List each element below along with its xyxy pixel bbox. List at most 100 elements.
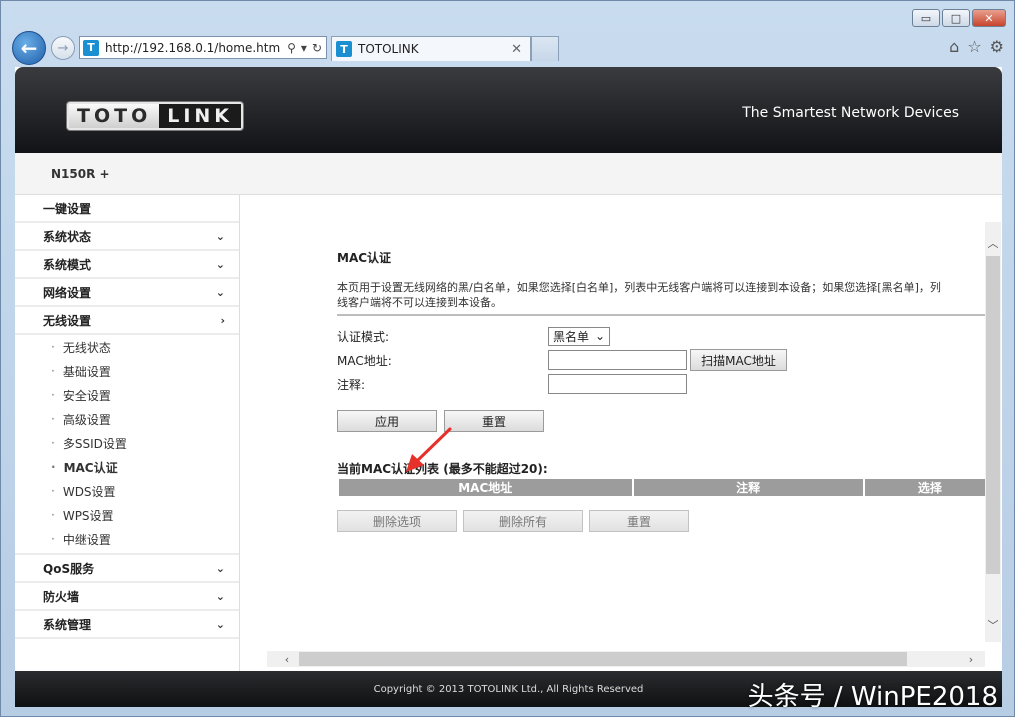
- address-bar[interactable]: T http://192.168.0.1/home.htm ⚲ ▾ ↻: [79, 36, 327, 59]
- submenu-mac-auth[interactable]: · MAC认证: [15, 455, 239, 479]
- horizontal-scrollbar[interactable]: ‹ ›: [267, 651, 985, 667]
- copyright-text: Copyright © 2013 TOTOLINK Ltd., All Righ…: [373, 683, 644, 695]
- divider: [337, 314, 997, 316]
- vertical-scrollbar[interactable]: ︿ ﹀: [985, 222, 1001, 642]
- sidebar-item-qos[interactable]: QoS服务 ⌄: [15, 555, 239, 583]
- new-tab-button[interactable]: [531, 36, 559, 61]
- delete-all-button[interactable]: 删除所有: [463, 510, 583, 532]
- sidebar-item-system-mode[interactable]: 系统模式 ⌄: [15, 251, 239, 279]
- wireless-submenu: · 无线状态 · 基础设置 · 安全设置 · 高级设置 · 多SSID设置 · MAC认证 …: [15, 335, 239, 555]
- sidebar-item-wireless-settings[interactable]: 无线设置 ›: [15, 307, 239, 335]
- back-arrow-icon: ←: [20, 36, 38, 60]
- page-description-line1: 本页用于设置无线网络的黑/白名单，如果您选择[白名单]，列表中无线客户端将可以连…: [337, 281, 941, 294]
- watermark: 头条号 / WinPE2018: [747, 682, 998, 712]
- delete-selected-button[interactable]: 删除选项: [337, 510, 457, 532]
- submenu-label: 无线状态: [62, 340, 111, 355]
- sidebar-item-label: 无线设置: [43, 313, 92, 328]
- scroll-up-icon[interactable]: ︿: [985, 234, 1001, 252]
- tagline: The Smartest Network Devices: [742, 105, 959, 121]
- logo-text-right: LINK: [159, 104, 242, 128]
- tab-close-icon[interactable]: ✕: [511, 42, 522, 57]
- page-title: MAC认证: [337, 251, 392, 265]
- bullet-icon: ·: [51, 484, 55, 498]
- submenu-label: 安全设置: [62, 388, 111, 403]
- chevron-down-icon: ⌄: [215, 589, 225, 603]
- settings-gear-icon[interactable]: ⚙: [990, 37, 1004, 56]
- submenu-label: 高级设置: [62, 412, 111, 427]
- auth-mode-label: 认证模式:: [337, 329, 390, 344]
- window-controls: ▭ □ ✕: [912, 9, 1006, 27]
- submenu-label: 多SSID设置: [62, 436, 127, 451]
- model-bar: N150R +: [15, 153, 1002, 195]
- sidebar-item-label: QoS服务: [43, 561, 95, 576]
- sidebar: 一键设置 系统状态 ⌄ 系统模式 ⌄ 网络设置 ⌄ 无线设置 › · 无线状态 ·…: [15, 195, 240, 671]
- vertical-scroll-thumb[interactable]: [986, 256, 1000, 574]
- reset-button[interactable]: 重置: [444, 410, 544, 432]
- bullet-icon: ·: [51, 532, 55, 546]
- bullet-icon: ·: [51, 436, 55, 450]
- sidebar-item-system-management[interactable]: 系统管理 ⌄: [15, 611, 239, 639]
- horizontal-scroll-thumb[interactable]: [299, 652, 907, 666]
- maximize-button[interactable]: □: [942, 9, 970, 27]
- chevron-down-icon: ⌄: [215, 617, 225, 631]
- chevron-down-icon: ⌄: [215, 229, 225, 243]
- mac-address-input[interactable]: [548, 350, 687, 370]
- scan-mac-button[interactable]: 扫描MAC地址: [690, 349, 787, 371]
- bullet-icon: ·: [51, 364, 55, 378]
- mac-list-header: MAC地址 注释 选择: [339, 479, 997, 496]
- list-reset-button[interactable]: 重置: [589, 510, 689, 532]
- chevron-down-icon: ⌄: [594, 329, 605, 343]
- sidebar-item-label: 一键设置: [43, 201, 92, 216]
- mac-address-label: MAC地址:: [337, 353, 392, 368]
- sidebar-item-network-settings[interactable]: 网络设置 ⌄: [15, 279, 239, 307]
- submenu-wps[interactable]: · WPS设置: [15, 503, 239, 527]
- bullet-icon: ·: [51, 508, 55, 522]
- sidebar-item-label: 网络设置: [43, 285, 92, 300]
- bullet-icon: ·: [51, 388, 55, 402]
- submenu-label: MAC认证: [63, 460, 118, 475]
- page-viewport: TOTO LINK The Smartest Network Devices N…: [15, 67, 1002, 707]
- submenu-wireless-status[interactable]: · 无线状态: [15, 335, 239, 359]
- submenu-security-settings[interactable]: · 安全设置: [15, 383, 239, 407]
- forward-arrow-icon: →: [57, 40, 69, 56]
- refresh-icon[interactable]: ↻: [312, 41, 322, 55]
- bullet-icon: ·: [51, 412, 55, 426]
- browser-tab[interactable]: T TOTOLINK ✕: [331, 36, 531, 61]
- scroll-right-icon[interactable]: ›: [963, 651, 979, 667]
- chevron-down-icon: ⌄: [215, 257, 225, 271]
- submenu-basic-settings[interactable]: · 基础设置: [15, 359, 239, 383]
- list-buttons: 删除选项 删除所有 重置: [337, 510, 997, 532]
- column-header-note: 注释: [633, 479, 865, 496]
- logo-text-left: TOTO: [69, 104, 160, 128]
- close-button[interactable]: ✕: [972, 9, 1006, 27]
- home-icon[interactable]: ⌂: [949, 37, 959, 56]
- submenu-advanced-settings[interactable]: · 高级设置: [15, 407, 239, 431]
- main-content: MAC认证 本页用于设置无线网络的黑/白名单，如果您选择[白名单]，列表中无线客…: [241, 195, 1002, 671]
- model-name: N150R +: [51, 166, 110, 181]
- note-input[interactable]: [548, 374, 687, 394]
- bullet-icon: ·: [51, 460, 56, 474]
- url-text[interactable]: http://192.168.0.1/home.htm: [105, 41, 287, 55]
- scroll-down-icon[interactable]: ﹀: [985, 616, 1001, 634]
- minimize-button[interactable]: ▭: [912, 9, 940, 27]
- back-button[interactable]: ←: [12, 31, 46, 65]
- submenu-multi-ssid[interactable]: · 多SSID设置: [15, 431, 239, 455]
- sidebar-item-firewall[interactable]: 防火墙 ⌄: [15, 583, 239, 611]
- auth-mode-row: 认证模式: 黑名单 ⌄: [337, 324, 997, 348]
- sidebar-item-system-status[interactable]: 系统状态 ⌄: [15, 223, 239, 251]
- search-icon[interactable]: ⚲: [287, 41, 296, 55]
- column-header-mac: MAC地址: [339, 479, 634, 496]
- auth-mode-select[interactable]: 黑名单 ⌄: [548, 326, 610, 346]
- sidebar-item-quick-setup[interactable]: 一键设置: [15, 195, 239, 223]
- forward-button[interactable]: →: [51, 36, 75, 60]
- scroll-left-icon[interactable]: ‹: [279, 651, 295, 667]
- note-label: 注释:: [337, 377, 366, 392]
- favorites-star-icon[interactable]: ☆: [967, 37, 981, 56]
- dropdown-icon[interactable]: ▾: [301, 41, 307, 55]
- sidebar-item-label: 防火墙: [43, 589, 80, 604]
- sidebar-item-label: 系统状态: [43, 229, 92, 244]
- submenu-repeater[interactable]: · 中继设置: [15, 527, 239, 551]
- chevron-down-icon: ⌄: [215, 285, 225, 299]
- submenu-label: 基础设置: [62, 364, 111, 379]
- submenu-wds[interactable]: · WDS设置: [15, 479, 239, 503]
